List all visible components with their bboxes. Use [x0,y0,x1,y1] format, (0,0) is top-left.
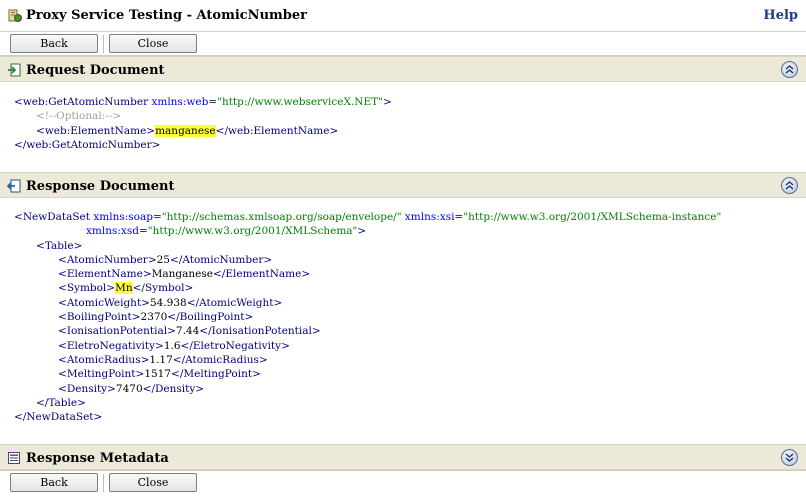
request-document-title: Request Document [26,63,165,78]
double-chevron-up-icon[interactable] [781,177,798,194]
response-metadata-title: Response Metadata [26,451,169,466]
button-separator [103,35,104,53]
response-metadata-header: Response Metadata [0,444,806,470]
back-button[interactable]: Back [10,34,98,53]
proxy-service-icon [8,9,22,22]
xml-line: <NewDataSet xmlns:soap="http://schemas.x… [14,211,722,223]
element-name-value: manganese [155,124,216,137]
response-document-icon [7,179,21,193]
double-chevron-up-icon[interactable] [781,61,798,78]
request-xml: <web:GetAtomicNumber xmlns:web="http://w… [14,95,392,152]
xml-line: xmlns:xsd="http://www.w3.org/2001/XMLSch… [86,225,367,238]
close-button[interactable]: Close [109,473,197,492]
xml-field-line: <ElementName>Manganese</ElementName> [58,268,311,281]
xml-field-line: <AtomicWeight>54.938</AtomicWeight> [58,296,283,309]
xml-field-line: <IonisationPotential>7.44</IonisationPot… [58,325,321,338]
title-bar: Proxy Service Testing - AtomicNumber Hel… [0,0,806,32]
xml-field-line: <EletroNegativity>1.6</EletroNegativity> [58,339,290,352]
xml-line: </web:GetAtomicNumber> [14,138,161,151]
xml-line: <web:ElementName>manganese</web:ElementN… [36,124,339,137]
response-document-header: Response Document [0,172,806,198]
xml-comment: <!--Optional:--> [36,110,122,123]
response-xml: <NewDataSet xmlns:soap="http://schemas.x… [14,210,721,424]
bottom-button-bar: Back Close [0,470,806,494]
top-button-bar: Back Close [0,32,806,56]
xml-field-line: <BoilingPoint>2370</BoilingPoint> [58,311,254,324]
close-button[interactable]: Close [109,34,197,53]
xml-line: <web:GetAtomicNumber xmlns:web="http://w… [14,96,392,108]
xml-field-line: <Density>7470</Density> [58,382,205,395]
xml-field-line: <Symbol>Mn</Symbol> [58,282,194,295]
xml-line: </NewDataSet> [14,411,103,424]
double-chevron-down-icon[interactable] [781,449,798,466]
button-separator [103,474,104,492]
request-document-header: Request Document [0,56,806,82]
xml-line: </Table> [36,396,86,409]
symbol-value: Mn [115,282,133,295]
response-document-title: Response Document [26,179,175,194]
help-link[interactable]: Help [763,8,798,23]
page-title: Proxy Service Testing - AtomicNumber [26,8,307,23]
request-document-icon [8,63,21,77]
xml-line: <Table> [36,239,83,252]
xml-field-line: <MeltingPoint>1517</MeltingPoint> [58,368,261,381]
xml-field-line: <AtomicNumber>25</AtomicNumber> [58,253,273,266]
xml-field-line: <AtomicRadius>1.17</AtomicRadius> [58,353,268,366]
metadata-icon [8,452,20,464]
back-button[interactable]: Back [10,473,98,492]
